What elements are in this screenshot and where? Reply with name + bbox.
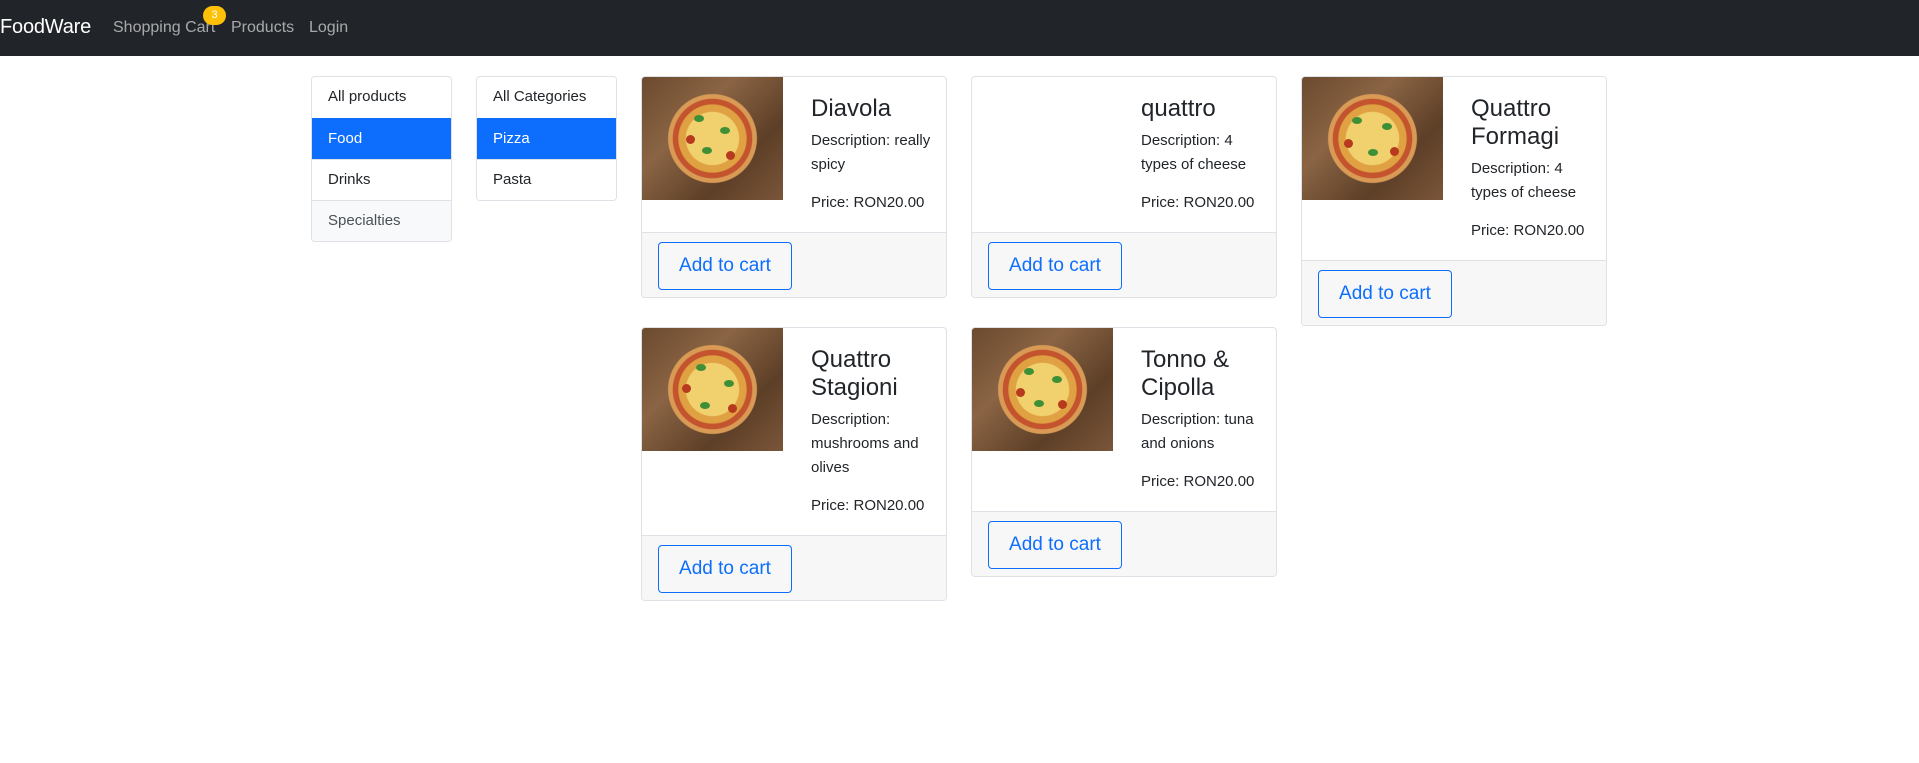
filter-drinks[interactable]: Drinks (312, 159, 451, 200)
pizza-image (642, 77, 783, 200)
add-to-cart-button[interactable]: Add to cart (1318, 270, 1452, 318)
product-name: Diavola (811, 95, 892, 122)
pizza-image (642, 328, 783, 451)
product-description: Description: mushrooms and olives (811, 411, 919, 476)
category-pizza[interactable]: Pizza (477, 118, 616, 159)
product-description: Description: 4 types of cheese (1471, 160, 1577, 201)
card-body: Tonno & Cipolla Description: tuna and on… (1113, 328, 1276, 492)
product-card: Diavola Description: really spicy Price:… (641, 76, 947, 298)
card-body: Quattro Stagioni Description: mushrooms … (783, 328, 946, 516)
nav-shopping-cart[interactable]: Shopping Cart (113, 19, 215, 37)
category-pasta[interactable]: Pasta (477, 159, 616, 200)
card-body: quattro Description: 4 types of cheese P… (1113, 77, 1276, 213)
category-filter: All Categories Pizza Pasta (476, 76, 617, 201)
brand-logo[interactable]: FoodWare (0, 16, 91, 39)
product-name: Quattro Formagi (1471, 95, 1560, 150)
product-name: Quattro Stagioni (811, 346, 898, 401)
category-all[interactable]: All Categories (477, 77, 616, 118)
product-price: Price: RON20.00 (1141, 194, 1255, 211)
filter-specialties[interactable]: Specialties (312, 200, 451, 241)
product-price: Price: RON20.00 (811, 497, 925, 514)
add-to-cart-button[interactable]: Add to cart (658, 242, 792, 290)
filter-food[interactable]: Food (312, 118, 451, 159)
pizza-image (1302, 77, 1443, 200)
card-body: Diavola Description: really spicy Price:… (783, 77, 946, 213)
cart-count-badge: 3 (203, 6, 226, 25)
product-price: Price: RON20.00 (1471, 222, 1585, 239)
navbar: FoodWare Shopping Cart 3 Products Login (0, 0, 1919, 56)
filter-all-products[interactable]: All products (312, 77, 451, 118)
card-footer: Add to cart (972, 232, 1276, 297)
product-card: Quattro Formagi Description: 4 types of … (1301, 76, 1607, 326)
pizza-image (972, 328, 1113, 451)
add-to-cart-button[interactable]: Add to cart (988, 521, 1122, 569)
card-footer: Add to cart (972, 511, 1276, 576)
card-footer: Add to cart (1302, 260, 1606, 325)
product-description: Description: tuna and onions (1141, 411, 1254, 452)
card-footer: Add to cart (642, 232, 946, 297)
add-to-cart-button[interactable]: Add to cart (658, 545, 792, 593)
product-description: Description: 4 types of cheese (1141, 132, 1247, 173)
product-card: Tonno & Cipolla Description: tuna and on… (971, 327, 1277, 577)
product-type-filter: All products Food Drinks Specialties (311, 76, 452, 242)
nav-products[interactable]: Products (231, 19, 294, 37)
product-price: Price: RON20.00 (1141, 473, 1255, 490)
add-to-cart-button[interactable]: Add to cart (988, 242, 1122, 290)
nav-login[interactable]: Login (309, 19, 348, 37)
product-name: quattro (1141, 95, 1216, 122)
product-description: Description: really spicy (811, 132, 931, 173)
card-body: Quattro Formagi Description: 4 types of … (1443, 77, 1606, 241)
product-card: quattro Description: 4 types of cheese P… (971, 76, 1277, 298)
product-name: Tonno & Cipolla (1141, 346, 1230, 401)
card-footer: Add to cart (642, 535, 946, 600)
product-price: Price: RON20.00 (811, 194, 925, 211)
product-card: Quattro Stagioni Description: mushrooms … (641, 327, 947, 601)
